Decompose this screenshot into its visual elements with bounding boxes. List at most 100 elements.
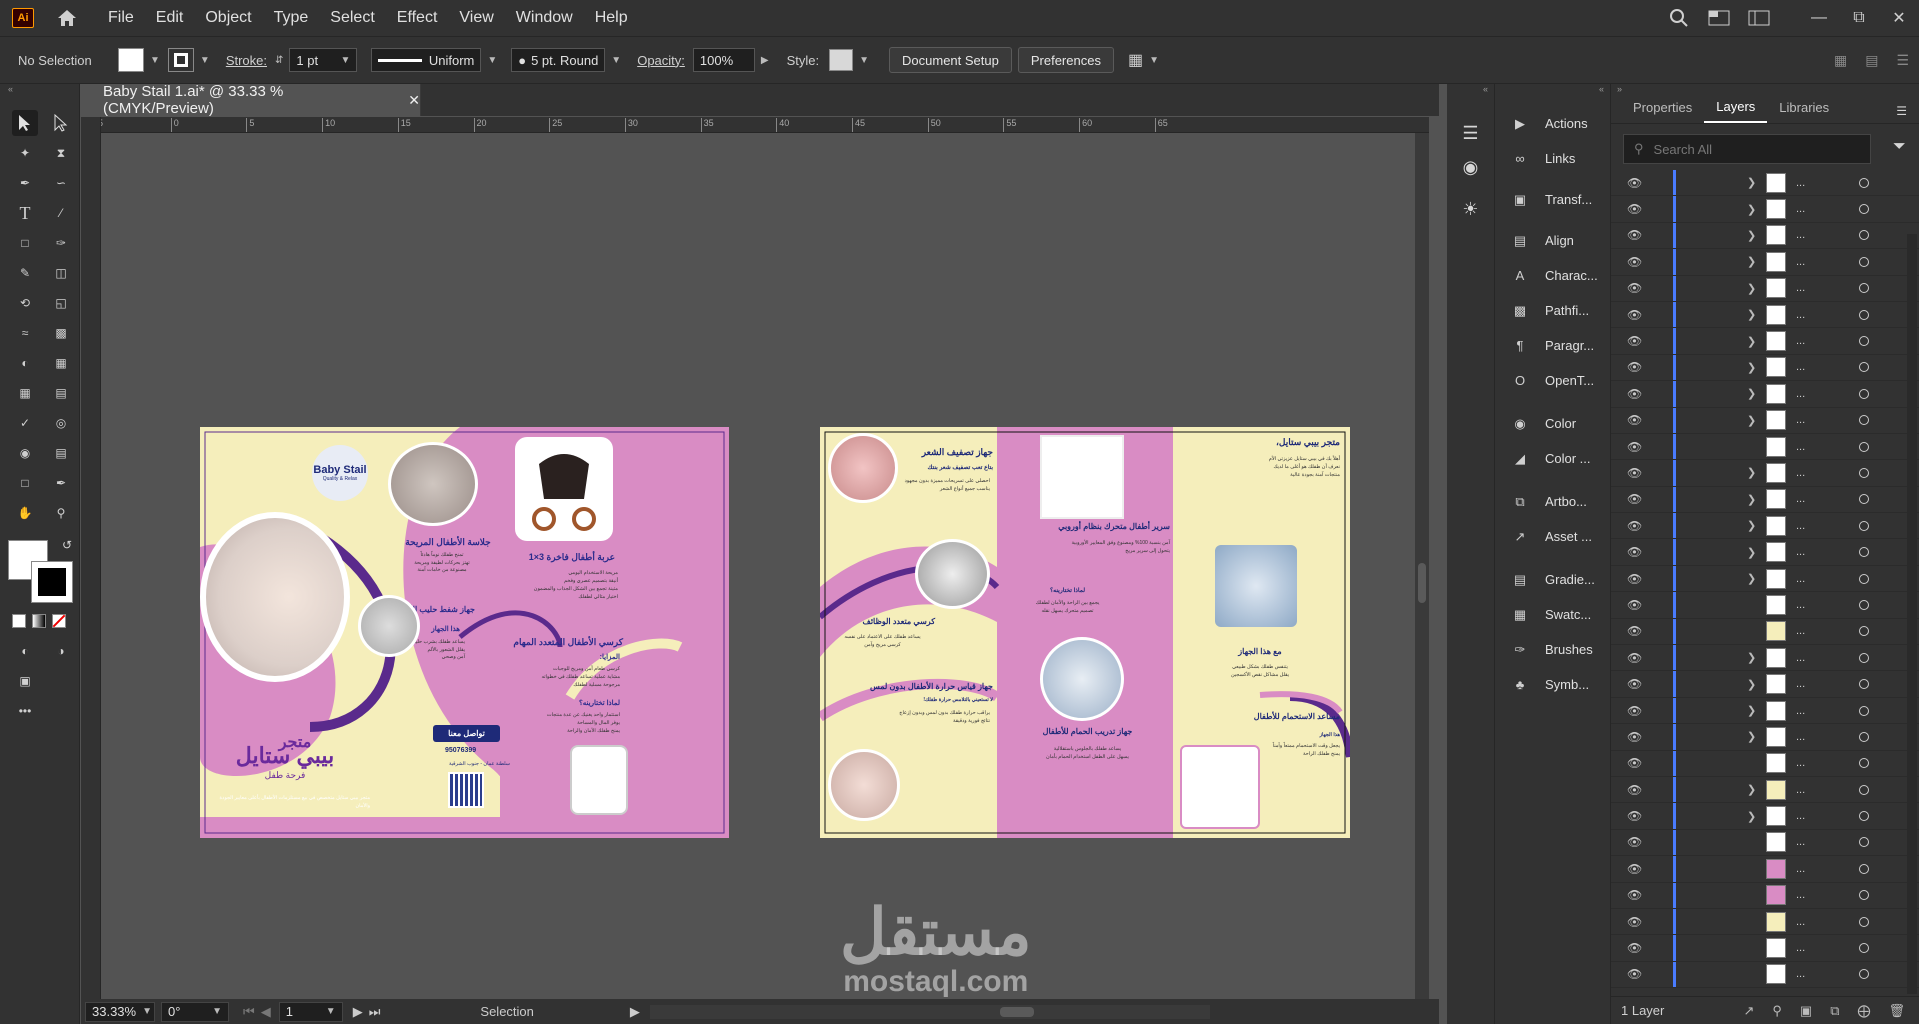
target-icon[interactable]: [1859, 652, 1869, 663]
layer-name[interactable]: ...: [1796, 678, 1805, 690]
chevron-right-icon[interactable]: ▶: [761, 55, 769, 66]
stroke-color-swatch[interactable]: [31, 561, 73, 603]
layer-name[interactable]: ...: [1796, 309, 1805, 321]
layer-row[interactable]: 👁 ❯...: [1611, 565, 1919, 593]
chevron-right-icon[interactable]: ❯: [1747, 203, 1756, 216]
target-icon[interactable]: [1859, 731, 1869, 742]
eye-icon[interactable]: 👁: [1627, 756, 1645, 770]
layer-row[interactable]: 👁 ❯...: [1611, 724, 1919, 751]
chevron-right-icon[interactable]: ❯: [1747, 176, 1756, 189]
layer-row[interactable]: 👁 ❯...: [1611, 301, 1919, 329]
layer-name[interactable]: ...: [1796, 863, 1805, 875]
chevron-right-icon[interactable]: ❯: [1747, 255, 1756, 268]
layers-scrollbar[interactable]: [1907, 234, 1917, 994]
eyedropper-icon[interactable]: ✓: [12, 410, 38, 436]
chevron-right-icon[interactable]: ❯: [1747, 466, 1756, 479]
variable-width-profile[interactable]: Uniform: [371, 48, 482, 72]
eye-icon[interactable]: 👁: [1627, 466, 1645, 480]
target-icon[interactable]: [1859, 520, 1869, 531]
draw-behind-icon[interactable]: ◑: [48, 638, 74, 664]
transform-panel[interactable]: ▣ Transf...: [1495, 182, 1610, 217]
eye-icon[interactable]: 👁: [1627, 624, 1645, 638]
eye-icon[interactable]: 👁: [1627, 783, 1645, 797]
eye-icon[interactable]: 👁: [1627, 255, 1645, 269]
target-icon[interactable]: [1859, 309, 1869, 320]
eye-icon[interactable]: 👁: [1627, 440, 1645, 454]
graph-tool-icon[interactable]: ▤: [48, 440, 74, 466]
layer-row[interactable]: 👁 ❯...: [1611, 671, 1919, 698]
artboard-navigator[interactable]: 1 ▼: [278, 1001, 343, 1022]
gradient-panel[interactable]: ▤ Gradie...: [1495, 562, 1610, 597]
next-artboard-icon[interactable]: ▶: [353, 1004, 363, 1020]
curvature-tool-icon[interactable]: ∽: [48, 170, 74, 196]
layer-name[interactable]: ...: [1796, 256, 1805, 268]
new-sublayer-icon[interactable]: ⧉: [1830, 1003, 1839, 1019]
target-icon[interactable]: [1859, 283, 1869, 294]
layer-row[interactable]: 👁 ❯...: [1611, 460, 1919, 487]
target-icon[interactable]: [1859, 943, 1869, 954]
chevron-right-icon[interactable]: ❯: [1747, 651, 1756, 664]
chevron-right-icon[interactable]: ❯: [1747, 414, 1756, 427]
target-icon[interactable]: [1859, 679, 1869, 690]
layer-row[interactable]: 👁 ❯...: [1611, 354, 1919, 382]
workspace-icon[interactable]: [1739, 0, 1779, 36]
layer-row[interactable]: 👁...: [1611, 433, 1919, 461]
eye-icon[interactable]: 👁: [1627, 677, 1645, 691]
layer-name[interactable]: ...: [1796, 705, 1805, 717]
clipping-mask-icon[interactable]: ▣: [1800, 1003, 1812, 1019]
target-icon[interactable]: [1859, 177, 1869, 188]
align-panel[interactable]: ▤ Align: [1495, 223, 1610, 258]
free-transform-icon[interactable]: ▩: [48, 320, 74, 346]
chevron-right-icon[interactable]: ❯: [1747, 730, 1756, 743]
chevron-right-icon[interactable]: ❯: [1747, 335, 1756, 348]
target-icon[interactable]: [1859, 204, 1869, 215]
layer-row[interactable]: 👁...: [1611, 908, 1919, 936]
layer-row[interactable]: 👁 ❯...: [1611, 803, 1919, 830]
shape-builder-icon[interactable]: ◐: [12, 350, 38, 376]
chevron-down-icon[interactable]: ▼: [611, 55, 621, 66]
eye-icon[interactable]: 👁: [1627, 730, 1645, 744]
layer-row[interactable]: 👁...: [1611, 618, 1919, 646]
collapse-icon[interactable]: «: [0, 84, 79, 98]
layer-row[interactable]: 👁 ❯...: [1611, 275, 1919, 302]
layer-name[interactable]: ...: [1796, 810, 1805, 822]
layer-row[interactable]: 👁 ❯...: [1611, 196, 1919, 223]
layer-name[interactable]: ...: [1796, 784, 1805, 796]
restore-icon[interactable]: ⧉: [1839, 0, 1879, 36]
eye-icon[interactable]: 👁: [1627, 572, 1645, 586]
chevron-right-icon[interactable]: ❯: [1747, 308, 1756, 321]
color-guide-panel[interactable]: ◢ Color ...: [1495, 441, 1610, 476]
distribute-icon[interactable]: ▤: [1865, 52, 1878, 69]
chevron-right-icon[interactable]: ❯: [1747, 229, 1756, 242]
stroke-label[interactable]: Stroke:: [226, 53, 267, 68]
eye-icon[interactable]: 👁: [1627, 334, 1645, 348]
swap-colors-icon[interactable]: ↺: [62, 538, 72, 552]
layer-row[interactable]: 👁 ❯...: [1611, 328, 1919, 355]
last-artboard-icon[interactable]: ⏭: [369, 1004, 381, 1020]
type-tool-icon[interactable]: T: [12, 200, 38, 226]
color-panel[interactable]: ◉ Color: [1495, 406, 1610, 441]
layer-row[interactable]: 👁 ❯...: [1611, 776, 1919, 804]
chevron-right-icon[interactable]: ❯: [1747, 704, 1756, 717]
artboard-1[interactable]: Baby Stail Quality & Relax جلاسة الأطفال…: [200, 427, 729, 838]
eye-icon[interactable]: 👁: [1627, 967, 1645, 981]
layer-name[interactable]: ...: [1796, 625, 1805, 637]
horizontal-ruler[interactable]: 505101520253035404550556065: [95, 117, 1429, 133]
opacity-label[interactable]: Opacity:: [637, 53, 685, 68]
layer-name[interactable]: ...: [1796, 546, 1805, 558]
hand-tool-icon[interactable]: ✋: [12, 500, 38, 526]
character-panel[interactable]: A Charac...: [1495, 258, 1610, 293]
mesh-tool-icon[interactable]: ▦: [12, 380, 38, 406]
rectangle-tool-icon[interactable]: □: [12, 230, 38, 256]
target-icon[interactable]: [1859, 784, 1869, 795]
first-artboard-icon[interactable]: ⏮: [243, 1004, 255, 1020]
target-icon[interactable]: [1859, 467, 1869, 478]
document-setup-button[interactable]: Document Setup: [889, 47, 1012, 73]
target-icon[interactable]: [1859, 863, 1869, 874]
target-icon[interactable]: [1859, 547, 1869, 558]
layer-name[interactable]: ...: [1796, 467, 1805, 479]
target-icon[interactable]: [1859, 811, 1869, 822]
panel-menu-icon[interactable]: ☰: [1896, 52, 1909, 69]
warp-tool-icon[interactable]: ≈: [12, 320, 38, 346]
perspective-grid-icon[interactable]: ▦: [48, 350, 74, 376]
